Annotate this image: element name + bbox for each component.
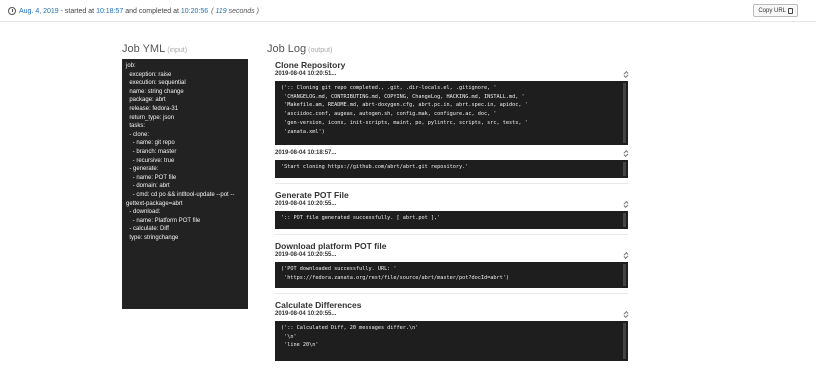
scrollbar[interactable]: [623, 162, 626, 176]
clock-icon: [8, 7, 16, 15]
log-entry-download: Download platform POT file 2019-08-04 10…: [275, 241, 628, 288]
log-entry-clone: Clone Repository 2019-08-04 10:20:51... …: [275, 60, 628, 178]
log-output-text: ':: POT file generated successfully. [ a…: [281, 215, 441, 221]
job-log: Clone Repository 2019-08-04 10:20:51... …: [275, 60, 628, 361]
log-step-title: Clone Repository: [275, 60, 346, 70]
log-step-title: Calculate Differences: [275, 300, 362, 310]
end-time-link[interactable]: 10:20:56: [181, 8, 208, 15]
job-yml-content: job: exception: raise execution: sequent…: [122, 59, 248, 309]
job-date-link[interactable]: Aug. 4, 2019: [19, 8, 59, 15]
job-yml-title: Job YML: [122, 43, 166, 55]
entry-divider: [275, 293, 628, 294]
log-timestamp-row: 2019-08-04 10:20:51...: [275, 71, 628, 79]
log-output-text: (':: Cloning git repo completed., .git, …: [281, 85, 528, 135]
copy-url-button[interactable]: Copy URL: [753, 4, 798, 17]
log-output-text: ('POT downloaded successfully. URL: ' 'h…: [281, 266, 509, 281]
log-output: ('POT downloaded successfully. URL: ' 'h…: [275, 262, 628, 288]
log-step-title: Download platform POT file: [275, 241, 387, 251]
log-output: ':: POT file generated successfully. [ a…: [275, 211, 628, 229]
log-timestamp-row: 2019-08-04 10:20:55...: [275, 201, 628, 209]
log-timestamp: 2019-08-04 10:20:51...: [275, 71, 337, 77]
clipboard-icon: [788, 7, 793, 14]
log-output-text: (':: Calculated Diff, 20 messages differ…: [281, 325, 419, 349]
log-step-title: Generate POT File: [275, 190, 349, 200]
job-log-subtitle: (output): [308, 47, 333, 54]
log-output: (':: Calculated Diff, 20 messages differ…: [275, 321, 628, 361]
completed-label: and completed at: [123, 7, 181, 15]
header-divider: [0, 21, 816, 22]
log-timestamp: 2019-08-04 10:20:55...: [275, 201, 337, 207]
log-timestamp-row: 2019-08-04 10:20:55...: [275, 252, 628, 260]
log-timestamp: 2019-08-04 10:20:55...: [275, 311, 337, 317]
copy-url-label: Copy URL: [758, 7, 786, 14]
job-log-heading: Job Log (output): [267, 43, 332, 55]
log-entry-calculate: Calculate Differences 2019-08-04 10:20:5…: [275, 300, 628, 361]
duration-unit: seconds: [228, 7, 255, 15]
job-log-title: Job Log: [267, 43, 307, 55]
expand-icon[interactable]: [623, 71, 628, 77]
scrollbar[interactable]: [623, 213, 626, 227]
entry-divider: [275, 234, 628, 235]
duration: ( 119 seconds ): [211, 7, 259, 15]
expand-icon[interactable]: [623, 252, 628, 258]
log-timestamp-row: 2019-08-04 10:20:55...: [275, 311, 628, 319]
expand-icon[interactable]: [623, 201, 628, 207]
expand-icon[interactable]: [623, 311, 628, 317]
log-timestamp-row: 2019-08-04 10:18:57...: [275, 150, 628, 158]
scrollbar[interactable]: [623, 264, 626, 286]
duration-value: 119: [215, 7, 227, 15]
job-summary-bar: Aug. 4, 2019 - started at 10:18:57 and c…: [8, 4, 816, 18]
scrollbar[interactable]: [623, 323, 626, 359]
log-output: 'Start cloning https://github.com/abrt/a…: [275, 160, 628, 178]
started-label: - started at: [58, 7, 97, 15]
expand-icon[interactable]: [623, 150, 628, 156]
log-timestamp: 2019-08-04 10:18:57...: [275, 150, 337, 156]
log-output-text: 'Start cloning https://github.com/abrt/a…: [281, 164, 469, 170]
scrollbar[interactable]: [623, 83, 626, 143]
job-yml-subtitle: (input): [167, 47, 188, 54]
job-yml-heading: Job YML (input): [122, 43, 187, 55]
log-timestamp: 2019-08-04 10:20:55...: [275, 252, 337, 258]
start-time-link[interactable]: 10:18:57: [96, 8, 123, 15]
log-entry-generate: Generate POT File 2019-08-04 10:20:55...…: [275, 190, 628, 229]
log-output: (':: Cloning git repo completed., .git, …: [275, 81, 628, 145]
entry-divider: [275, 183, 628, 184]
